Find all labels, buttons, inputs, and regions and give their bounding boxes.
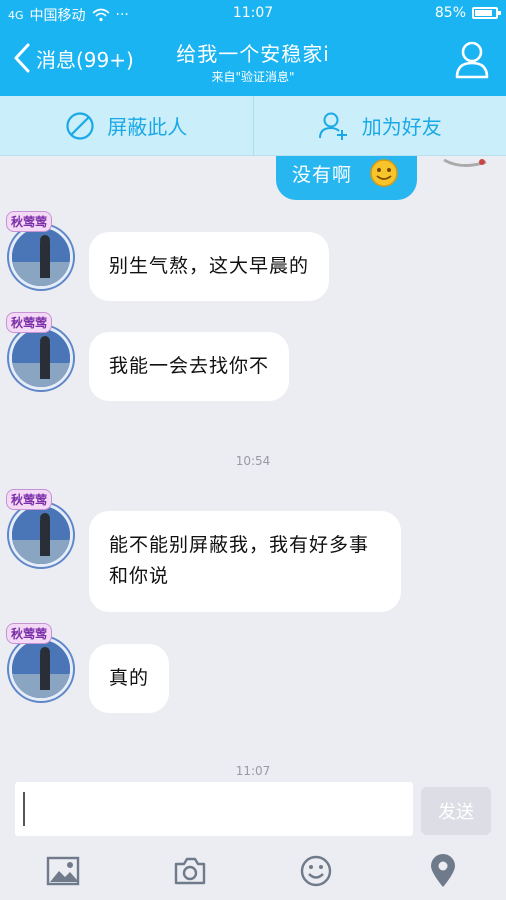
stranger-action-bar: 屏蔽此人 加为好友 (0, 96, 506, 156)
location-button[interactable] (421, 849, 465, 893)
avatar-image (12, 228, 70, 286)
avatar-image (12, 506, 70, 564)
sent-message-bubble[interactable]: 没有啊 (276, 156, 417, 200)
avatar-image (12, 329, 70, 387)
avatar-tag: 秋莺莺 (6, 623, 53, 644)
received-message-bubble[interactable]: 真的 (89, 644, 170, 713)
received-message-bubble[interactable]: 别生气熬，这大早晨的 (89, 232, 330, 301)
received-message-bubble[interactable]: 我能一会去找你不 (89, 332, 290, 401)
add-friend-icon (318, 112, 347, 140)
back-button[interactable]: 消息(99+) (12, 42, 134, 74)
contact-avatar[interactable]: 秋莺莺 (6, 312, 76, 396)
image-button[interactable] (41, 849, 85, 893)
message-list[interactable]: 没有啊 秋莺莺 别生气熬，这大早晨的 秋莺莺 我能一会去找你不 10:54 秋莺… (0, 156, 506, 778)
title-bar: 消息(99+) 给我一个安稳家i 来自"验证消息" (0, 28, 506, 96)
message-text: 真的 (109, 667, 150, 689)
emoji-icon (301, 855, 332, 887)
status-bar: 4G 中国移动 ··· 11:07 85% (0, 0, 506, 28)
composer-bar: 发送 (0, 778, 506, 842)
avatar-tag: 秋莺莺 (6, 211, 53, 232)
status-time: 11:07 (232, 5, 274, 21)
add-friend-button[interactable]: 加为好友 (252, 96, 506, 155)
message-text-line: 能不能别屏蔽我，我有好多事 (109, 534, 370, 556)
camera-button[interactable] (168, 849, 212, 893)
contact-avatar[interactable]: 秋莺莺 (6, 489, 76, 573)
block-icon (66, 111, 94, 140)
block-user-button[interactable]: 屏蔽此人 (0, 96, 253, 155)
received-message-bubble[interactable]: 能不能别屏蔽我，我有好多事 和你说 (89, 511, 401, 612)
timestamp: 10:54 (235, 454, 271, 468)
smiley-emoji-icon (370, 159, 398, 187)
profile-icon[interactable] (454, 40, 490, 80)
back-chevron-icon (14, 43, 30, 73)
image-icon (47, 856, 80, 886)
battery-percent: 85% (434, 5, 466, 21)
contact-avatar[interactable]: 秋莺莺 (6, 623, 76, 707)
message-text: 我能一会去找你不 (109, 355, 270, 377)
message-text: 别生气熬，这大早晨的 (109, 255, 310, 277)
message-input[interactable] (15, 782, 413, 836)
my-avatar-partial (443, 158, 487, 167)
composer-toolbar (0, 842, 506, 900)
block-user-label: 屏蔽此人 (107, 115, 188, 139)
text-caret (23, 792, 25, 826)
battery-icon (472, 7, 501, 19)
timestamp: 11:07 (235, 764, 271, 778)
contact-avatar[interactable]: 秋莺莺 (6, 211, 76, 295)
send-button[interactable]: 发送 (421, 787, 491, 835)
avatar-tag: 秋莺莺 (6, 312, 53, 333)
camera-icon (174, 857, 205, 885)
add-friend-label: 加为好友 (361, 115, 442, 139)
location-icon (430, 854, 455, 887)
avatar-tag: 秋莺莺 (6, 489, 53, 510)
message-text-line: 和你说 (109, 565, 170, 587)
chat-title: 给我一个安稳家i (176, 42, 330, 66)
back-label: 消息(99+) (36, 47, 134, 72)
emoji-button[interactable] (294, 849, 338, 893)
message-text: 没有啊 (292, 164, 353, 186)
chat-subtitle: 来自"验证消息" (211, 70, 295, 84)
avatar-image (12, 640, 70, 698)
